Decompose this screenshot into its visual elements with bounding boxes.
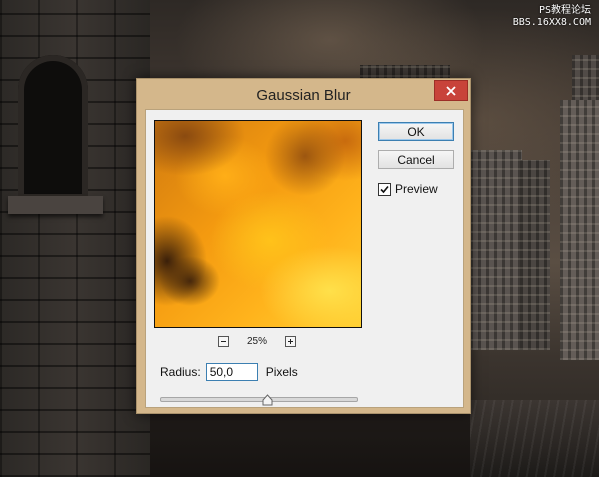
dialog-body: 25% OK Cancel Preview Radius: Pixels <box>145 109 464 408</box>
watermark-line-2: BBS.16XX8.COM <box>512 17 591 28</box>
preview-option[interactable]: Preview <box>378 182 438 196</box>
zoom-in-button[interactable] <box>285 335 296 347</box>
zoom-out-button[interactable] <box>218 335 229 347</box>
radius-input[interactable] <box>205 363 258 381</box>
ok-button[interactable]: OK <box>378 122 454 141</box>
cancel-button[interactable]: Cancel <box>378 150 454 169</box>
close-button[interactable] <box>434 80 468 101</box>
arched-window <box>18 55 88 200</box>
distant-building <box>520 160 550 350</box>
radius-unit: Pixels <box>265 365 298 379</box>
window-sill <box>8 196 103 214</box>
dialog-title: Gaussian Blur <box>256 87 351 104</box>
slider-thumb[interactable] <box>262 394 273 406</box>
watermark-line-1: PS教程论坛 <box>538 5 591 16</box>
slider-track[interactable] <box>160 397 358 402</box>
watermark: PS教程论坛 BBS.16XX8.COM <box>513 5 591 29</box>
zoom-level: 25% <box>246 335 267 347</box>
radius-slider[interactable] <box>160 394 358 406</box>
blur-preview-image[interactable] <box>154 120 362 328</box>
stone-wall <box>0 0 150 477</box>
gaussian-blur-dialog: Gaussian Blur 25% OK Cancel Preview Radi… <box>136 78 471 414</box>
radius-label: Radius: <box>160 365 201 379</box>
preview-checkbox[interactable] <box>378 182 391 196</box>
preview-label: Preview <box>395 182 438 196</box>
close-icon <box>446 85 456 96</box>
minus-icon <box>221 340 226 342</box>
zoom-controls: 25% <box>154 334 360 348</box>
dialog-titlebar[interactable]: Gaussian Blur <box>137 79 470 109</box>
radius-row: Radius: Pixels <box>160 363 298 381</box>
distant-building <box>470 150 522 350</box>
checkmark-icon <box>380 185 389 193</box>
distant-building <box>560 100 599 360</box>
